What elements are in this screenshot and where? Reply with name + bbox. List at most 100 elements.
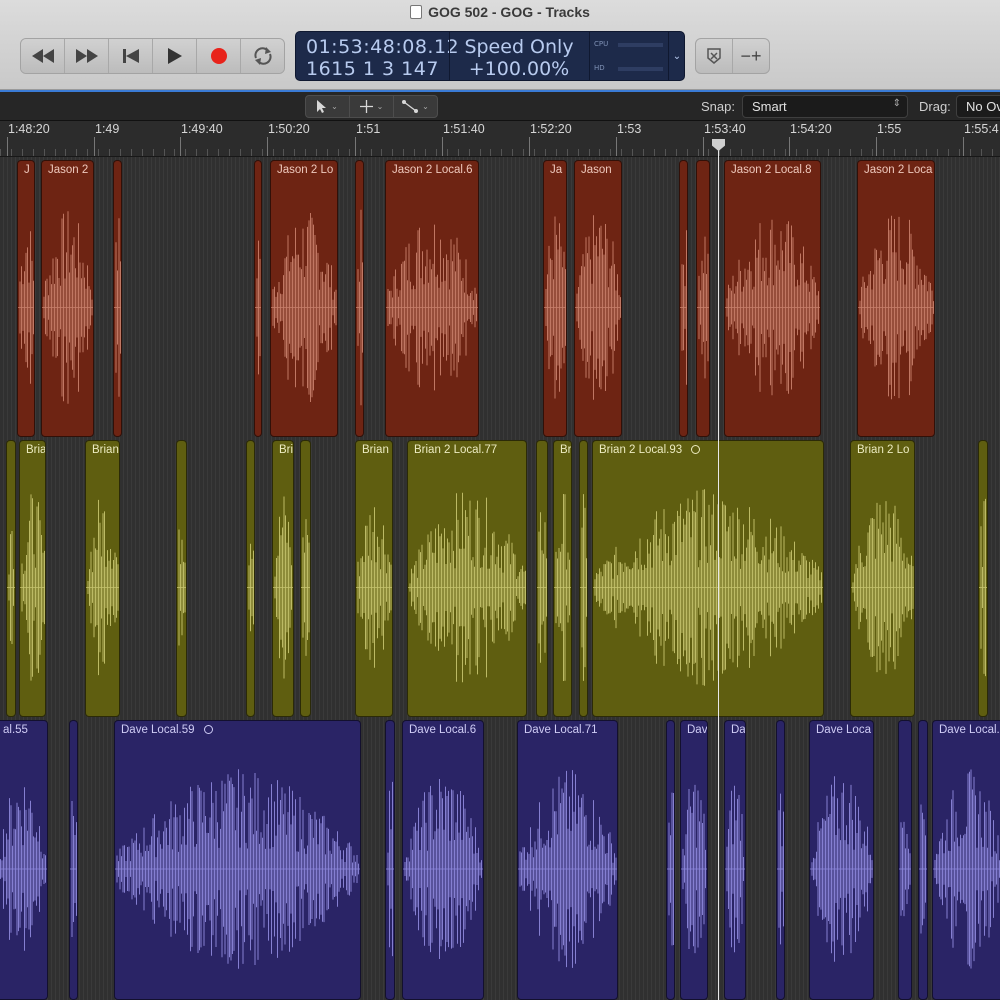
ruler-minor-tick [283, 149, 284, 156]
ruler-minor-tick [785, 149, 786, 156]
audio-region[interactable]: Ja [543, 160, 567, 437]
audio-region[interactable]: J [17, 160, 35, 437]
audio-region[interactable] [6, 440, 16, 717]
waveform [919, 804, 927, 934]
audio-region[interactable]: Dave Local.59 [114, 720, 361, 1000]
audio-region[interactable] [536, 440, 548, 717]
loop-circle-icon[interactable] [691, 445, 701, 454]
region-label: Brian [362, 444, 389, 456]
audio-region[interactable] [355, 160, 364, 437]
audio-region[interactable]: Bria [19, 440, 46, 717]
ruler-minor-tick [665, 149, 666, 156]
audio-region[interactable] [776, 720, 785, 1000]
ruler-minor-tick [98, 149, 99, 156]
rewind-button[interactable] [21, 39, 65, 73]
audio-region[interactable] [579, 440, 588, 717]
lcd-menu-chevron-icon[interactable]: ⌄ [668, 32, 685, 80]
audio-region[interactable] [898, 720, 912, 1000]
ruler-minor-tick [153, 149, 154, 156]
ruler-time-label: 1:51:40 [443, 122, 485, 136]
audio-region[interactable]: Dave Loca [809, 720, 874, 1000]
waveform [356, 209, 363, 406]
document-icon [410, 5, 423, 19]
ruler-major-tick [616, 137, 617, 156]
audio-region[interactable]: Jason 2 [41, 160, 94, 437]
record-button[interactable] [197, 39, 241, 73]
audio-region[interactable]: Brian [355, 440, 393, 717]
audio-region[interactable]: Br [553, 440, 572, 717]
audio-region[interactable]: Dave Local.6 [402, 720, 484, 1000]
audio-region[interactable]: Dav [680, 720, 708, 1000]
region-label: Da [731, 724, 746, 736]
audio-region[interactable]: al.55 [0, 720, 48, 1000]
audio-region[interactable]: Jason [574, 160, 622, 437]
tracks-area[interactable]: J Jason 2 Jason 2 Lo Jason 2 Local.6 Ja Jason… [0, 157, 1000, 1000]
audio-region[interactable]: Bri [272, 440, 294, 717]
audio-region[interactable] [254, 160, 262, 437]
control-bar-group: −+ [695, 38, 770, 74]
marquee-tool-menu[interactable]: ⌄ [350, 96, 394, 117]
audio-region[interactable]: Dave Local.71 [517, 720, 618, 1000]
lcd-display[interactable]: 01:53:48:08.12 1615 1 3 147 Speed Only +… [295, 31, 685, 81]
pointer-tool-menu[interactable]: ⌄ [306, 96, 350, 117]
waveform [851, 501, 914, 674]
waveform [544, 216, 566, 399]
timeline-ruler[interactable]: 1:48:20 1:49 1:49:40 1:50:20 1:51 1:51:40 1:52… [0, 121, 1000, 157]
audio-region[interactable] [918, 720, 928, 1000]
ruler-minor-tick [610, 149, 611, 156]
audio-region[interactable] [69, 720, 78, 1000]
audio-region[interactable] [300, 440, 311, 717]
audio-region[interactable]: Da [724, 720, 746, 1000]
audio-region[interactable] [666, 720, 675, 1000]
cycle-button[interactable] [241, 39, 284, 73]
go-to-beginning-button[interactable] [109, 39, 153, 73]
ruler-minor-tick [327, 149, 328, 156]
audio-region[interactable]: Jason 2 Local.6 [385, 160, 479, 437]
audio-region[interactable] [978, 440, 988, 717]
audio-region[interactable] [696, 160, 710, 437]
low-latency-button[interactable] [696, 39, 733, 73]
audio-region[interactable]: Brian 2 Lo [850, 440, 915, 717]
audio-region[interactable] [246, 440, 255, 717]
region-label: Jason 2 Local.6 [392, 164, 473, 176]
low-latency-icon [707, 48, 721, 64]
ruler-minor-tick [480, 149, 481, 156]
audio-region[interactable] [385, 720, 395, 1000]
audio-region[interactable]: Jason 2 Lo [270, 160, 338, 437]
drag-select[interactable]: No Overlap [956, 95, 1000, 118]
waveform [115, 769, 360, 969]
automation-tool-menu[interactable]: ⌄ [394, 96, 437, 117]
ruler-minor-tick [338, 149, 339, 156]
audio-region[interactable]: Jason 2 Loca [857, 160, 935, 437]
waveform [301, 519, 310, 656]
ruler-minor-tick [381, 149, 382, 156]
ruler-minor-tick [534, 149, 535, 156]
audio-region[interactable] [176, 440, 187, 717]
audio-region[interactable]: Brian [85, 440, 120, 717]
ruler-minor-tick [948, 149, 949, 156]
audio-region[interactable] [113, 160, 122, 437]
playhead-line[interactable] [718, 141, 719, 1000]
lcd-time-readout: 01:53:48:08.12 [306, 36, 460, 58]
region-label: Bri [279, 444, 294, 456]
loop-circle-icon[interactable] [203, 725, 213, 734]
audio-region[interactable] [679, 160, 688, 437]
fast-forward-button[interactable] [65, 39, 109, 73]
ruler-minor-tick [22, 149, 23, 156]
ruler-minor-tick [687, 149, 688, 156]
waveform [680, 230, 687, 385]
play-button[interactable] [153, 39, 197, 73]
ruler-minor-tick [937, 149, 938, 156]
snap-select[interactable]: Smart ⇕ [742, 95, 908, 118]
ruler-minor-tick [447, 149, 448, 156]
waveform [386, 224, 478, 391]
zoom-plus-minus-button[interactable]: −+ [733, 39, 769, 73]
ruler-minor-tick [708, 149, 709, 156]
chevron-down-icon: ⌄ [331, 102, 338, 111]
audio-region[interactable]: Brian 2 Local.93 [592, 440, 824, 717]
audio-region[interactable]: Dave Local. [932, 720, 1000, 1000]
region-name: al.55 [3, 724, 28, 736]
audio-region[interactable]: Jason 2 Local.8 [724, 160, 821, 437]
ruler-minor-tick [970, 149, 971, 156]
audio-region[interactable]: Brian 2 Local.77 [407, 440, 527, 717]
